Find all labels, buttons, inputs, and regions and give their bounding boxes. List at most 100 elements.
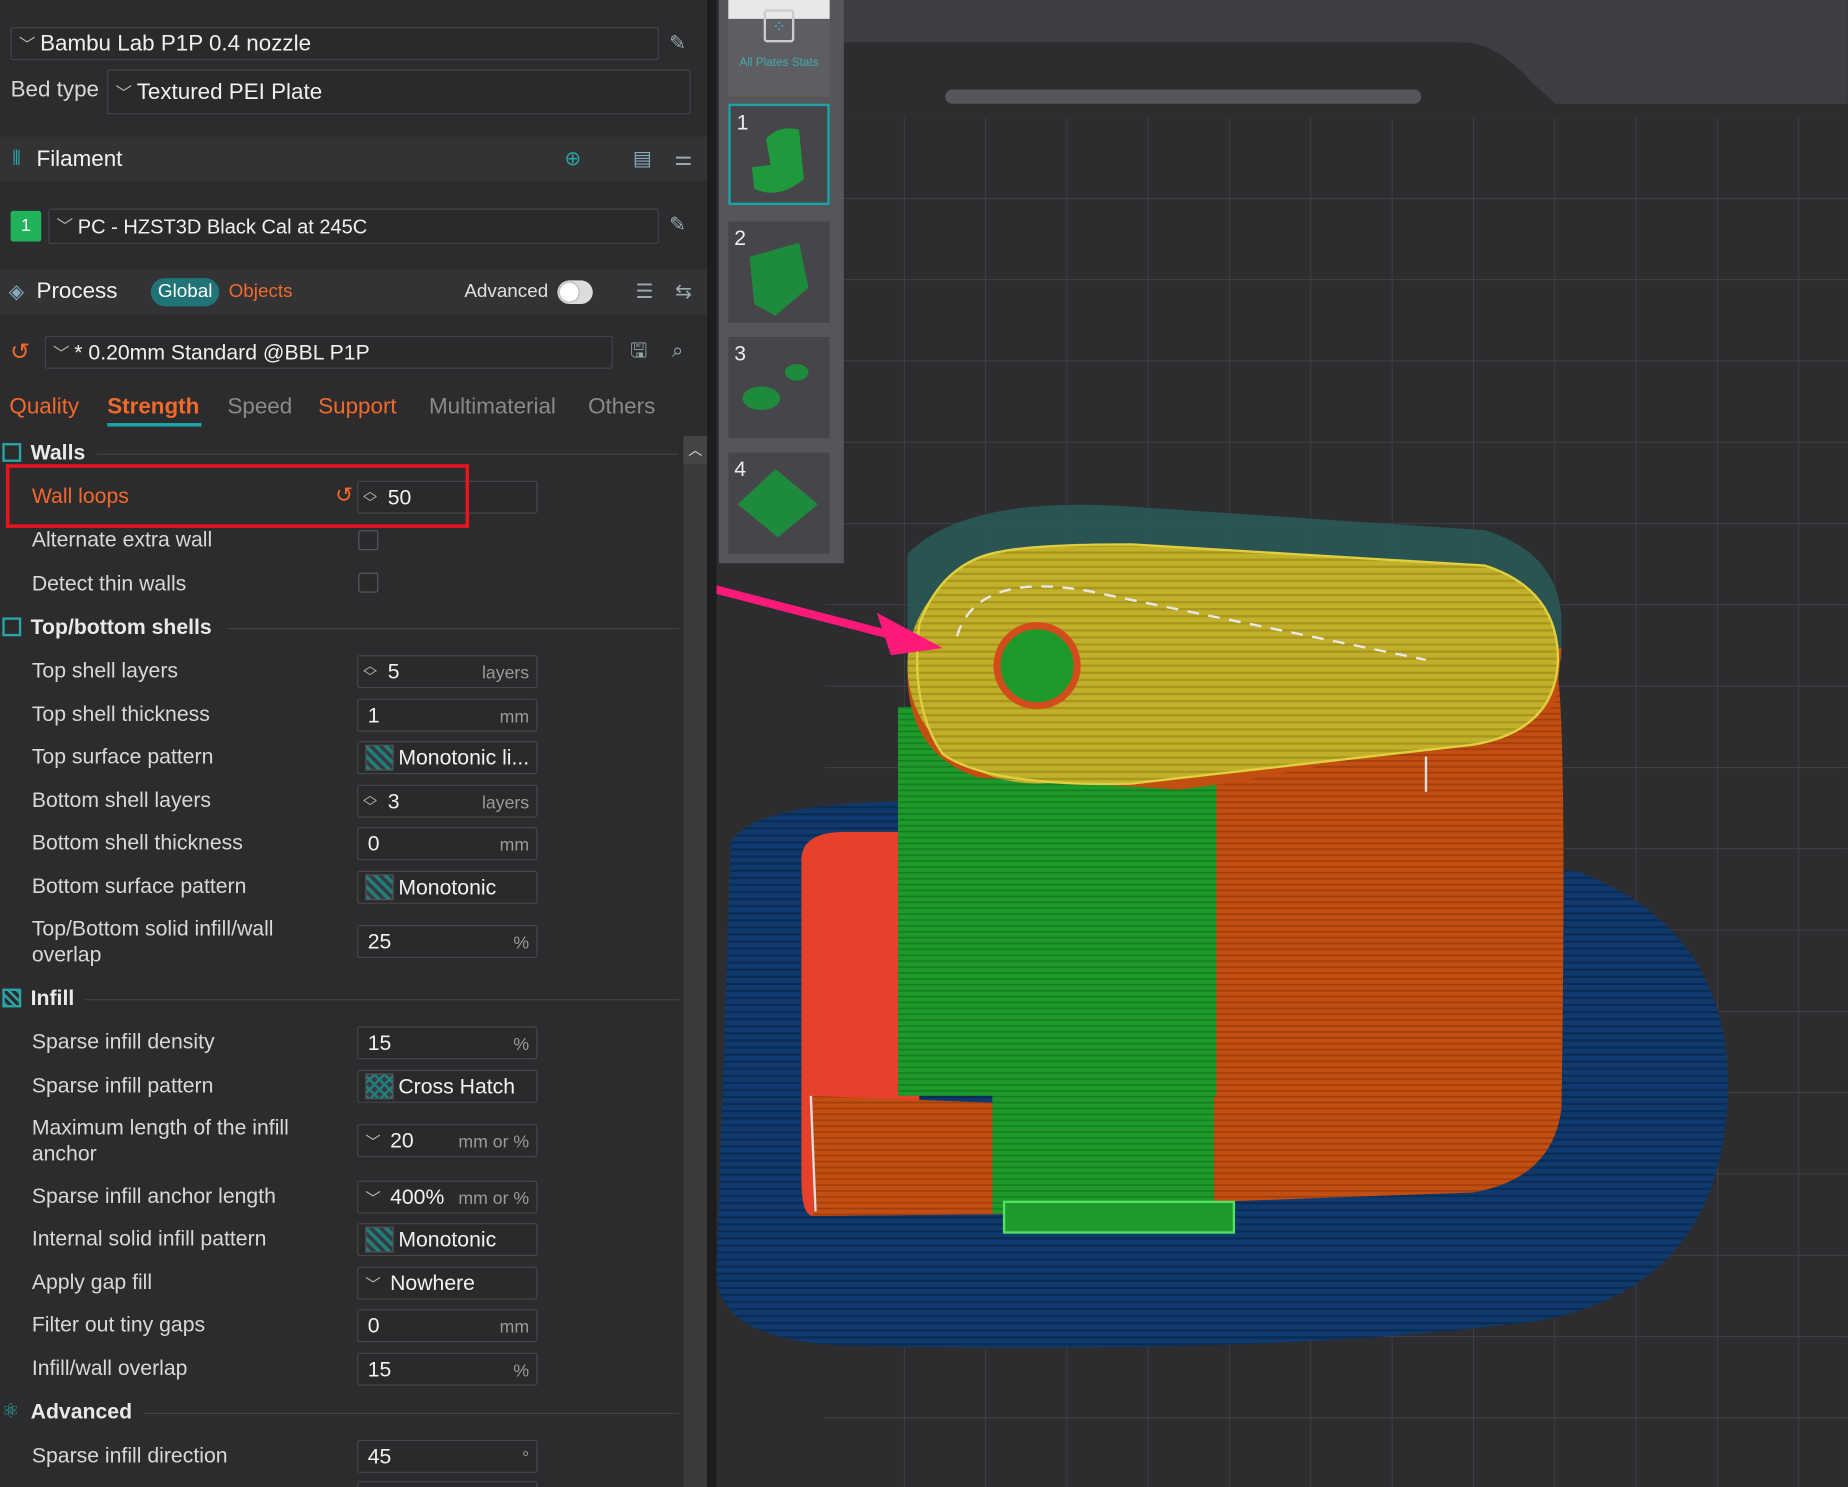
advanced-switch[interactable]	[557, 280, 593, 305]
plate-thumb-1[interactable]: 1	[728, 103, 830, 206]
plate-3-model-icon	[742, 364, 809, 411]
internal-solid-pattern-select[interactable]: Monotonic	[357, 1223, 538, 1257]
compare-icon[interactable]: ⇆	[671, 279, 697, 305]
tab-strength[interactable]: Strength	[107, 395, 199, 421]
scroll-up-icon[interactable]: ︿	[683, 435, 708, 465]
chevron-down-icon: ﹀	[115, 84, 132, 104]
sparse-infill-density-input[interactable]: 15 %	[357, 1026, 538, 1060]
edit-filament-icon[interactable]: ✎	[665, 212, 691, 238]
walls-icon	[2, 443, 22, 462]
plate-thumb-3[interactable]: 3	[728, 336, 830, 439]
alternate-extra-wall-label: Alternate extra wall	[31, 527, 213, 552]
filament-select[interactable]: ﹀ PC - HZST3D Black Cal at 245C	[48, 208, 659, 244]
bed-type-label: Bed type	[10, 77, 99, 103]
filament-manage-icon[interactable]: ▤	[629, 146, 655, 172]
printer-name: Bambu Lab P1P 0.4 nozzle	[40, 31, 312, 57]
monotonic-pattern-icon	[365, 1226, 394, 1253]
infill-wall-overlap-label: Infill/wall overlap	[31, 1356, 188, 1380]
anchor-length-input[interactable]: ﹀ 400% mm or %	[357, 1180, 538, 1214]
monotonic-pattern-icon	[365, 874, 394, 901]
gap-fill-select[interactable]: ﹀ Nowhere	[357, 1266, 538, 1300]
layers-icon: ◈	[8, 280, 25, 305]
printer-select[interactable]: ﹀ Bambu Lab P1P 0.4 nozzle	[10, 27, 659, 61]
all-plates-icon: ⁘	[763, 9, 795, 43]
tab-support[interactable]: Support	[318, 395, 396, 421]
spin-icon[interactable]: ︿ ﹀	[363, 659, 377, 685]
top-shell-layers-label: Top shell layers	[31, 658, 179, 683]
save-icon[interactable]: 🖫	[626, 338, 652, 364]
chevron-down-icon: ﹀	[365, 1191, 381, 1209]
spin-icon[interactable]: ︿ ﹀	[363, 788, 377, 814]
process-list-icon[interactable]: ☰	[632, 279, 658, 305]
plate-2-model-icon	[749, 242, 809, 316]
top-surface-pattern-label: Top surface pattern	[31, 744, 214, 769]
infill-icon	[2, 988, 22, 1008]
reset-icon[interactable]: ↺	[7, 338, 33, 364]
add-filament-icon[interactable]: ⊕	[560, 146, 586, 172]
max-anchor-input[interactable]: ﹀ 20 mm or %	[357, 1124, 538, 1158]
solid-overlap-input[interactable]: 25 %	[357, 924, 538, 958]
global-toggle[interactable]: Global	[150, 278, 220, 307]
search-icon[interactable]: ⌕	[665, 338, 691, 364]
filament-icon: ⦀	[12, 147, 21, 171]
bottom-surface-pattern-label: Bottom surface pattern	[31, 874, 247, 898]
bottom-shell-layers-label: Bottom shell layers	[31, 788, 212, 812]
tab-quality[interactable]: Quality	[9, 395, 79, 421]
process-preset-select[interactable]: ﹀ * 0.20mm Standard @BBL P1P	[44, 335, 613, 369]
bottom-shell-thickness-input[interactable]: 0 mm	[357, 827, 538, 861]
filament-settings-icon[interactable]: ⚌	[671, 146, 697, 172]
plate-1-model-icon	[751, 128, 804, 193]
process-section-header: ◈ Process Global Objects Advanced ☰ ⇆	[0, 269, 710, 315]
all-plates-label: All Plates Stats	[739, 56, 819, 70]
objects-toggle[interactable]: Objects	[229, 282, 293, 303]
infill-direction-label: Sparse infill direction	[31, 1443, 228, 1467]
top-shell-layers-input[interactable]: ︿ ﹀ 5 layers	[357, 655, 538, 689]
filament-title: Filament	[36, 147, 123, 173]
panel-divider[interactable]	[707, 0, 717, 1487]
next-setting-input[interactable]	[357, 1481, 538, 1487]
advanced-icon: ⚛	[1, 1399, 20, 1424]
sparse-infill-pattern-select[interactable]: Cross Hatch	[357, 1069, 538, 1103]
shells-icon	[2, 617, 22, 637]
chevron-down-icon: ﹀	[53, 345, 70, 365]
tab-speed[interactable]: Speed	[227, 395, 292, 421]
active-tab-indicator	[107, 423, 202, 427]
3d-preview-viewport[interactable]	[716, 0, 1848, 1487]
alternate-extra-wall-checkbox[interactable]	[358, 530, 379, 551]
chevron-down-icon: ﹀	[365, 1134, 381, 1153]
bed-type-select[interactable]: ﹀ Textured PEI Plate	[107, 69, 691, 115]
plate-thumb-4[interactable]: 4	[728, 452, 830, 554]
filament-section-header: ⦀ Filament ⊕ ▤ ⚌	[0, 136, 710, 182]
plate-thumb-2[interactable]: 2	[728, 221, 830, 323]
filament-name: PC - HZST3D Black Cal at 245C	[77, 215, 368, 239]
filter-gaps-input[interactable]: 0 mm	[357, 1309, 538, 1343]
tab-multimaterial[interactable]: Multimaterial	[429, 395, 556, 421]
cross-hatch-pattern-icon	[365, 1073, 394, 1100]
bottom-shell-layers-input[interactable]: ︿ ﹀ 3 layers	[357, 784, 538, 818]
top-shell-thickness-label: Top shell thickness	[31, 702, 210, 726]
sparse-infill-pattern-label: Sparse infill pattern	[31, 1073, 214, 1097]
filter-gaps-label: Filter out tiny gaps	[31, 1312, 206, 1337]
plate-4-model-icon	[737, 468, 818, 538]
chevron-down-icon: ﹀	[365, 1277, 381, 1295]
infill-direction-input[interactable]: 45 °	[357, 1439, 538, 1473]
settings-panel: ﹀ Bambu Lab P1P 0.4 nozzle ✎ Bed type ﹀ …	[0, 0, 710, 1487]
process-preset: * 0.20mm Standard @BBL P1P	[74, 340, 370, 365]
gap-fill-label: Apply gap fill	[31, 1270, 153, 1294]
top-surface-pattern-select[interactable]: Monotonic li...	[357, 741, 538, 775]
settings-scrollbar[interactable]	[683, 435, 708, 1487]
bottom-surface-pattern-select[interactable]: Monotonic	[357, 870, 538, 904]
infill-wall-overlap-input[interactable]: 15 %	[357, 1352, 538, 1386]
detect-thin-walls-checkbox[interactable]	[358, 572, 379, 593]
top-shell-thickness-input[interactable]: 1 mm	[357, 698, 538, 732]
chevron-down-icon: ﹀	[18, 36, 36, 56]
anchor-length-label: Sparse infill anchor length	[31, 1184, 276, 1208]
all-plates-button[interactable]: ⁘ All Plates Stats	[728, 0, 830, 97]
solid-overlap-label: Top/Bottom solid infill/wall overlap	[31, 916, 274, 967]
max-anchor-label: Maximum length of the infill anchor	[31, 1115, 289, 1166]
edit-printer-icon[interactable]: ✎	[665, 31, 691, 57]
tab-others[interactable]: Others	[588, 395, 655, 421]
bottom-shell-thickness-label: Bottom shell thickness	[31, 830, 243, 855]
detect-thin-walls-label: Detect thin walls	[31, 571, 187, 596]
filament-slot-badge[interactable]: 1	[10, 210, 42, 242]
